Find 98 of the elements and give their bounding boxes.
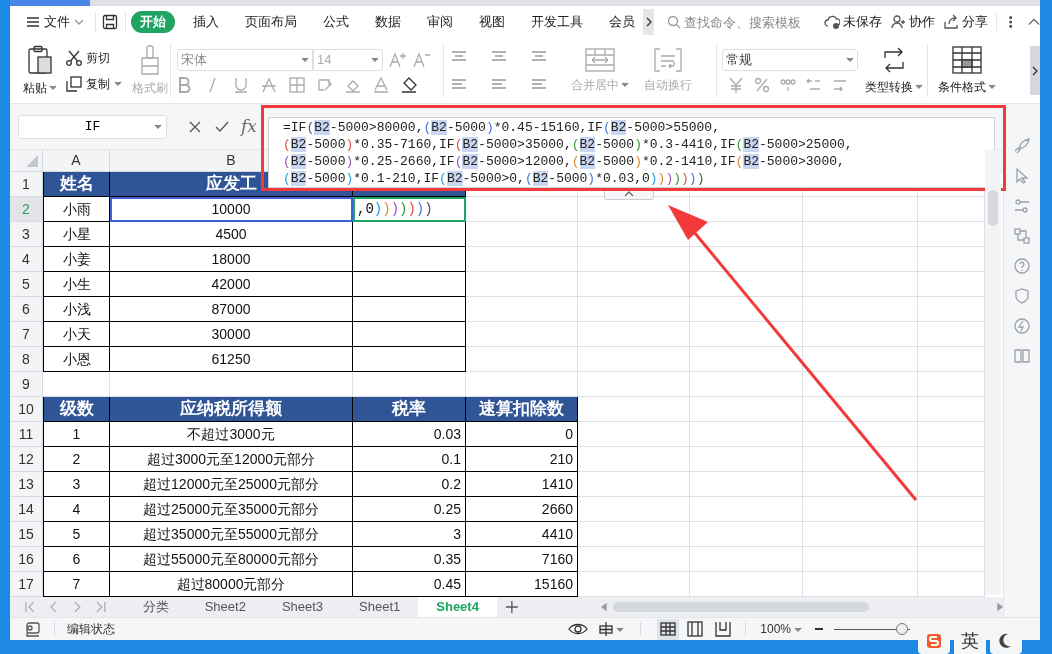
table-cell: 210 [466, 447, 578, 472]
sheet-tab[interactable]: 分类 [124, 597, 187, 617]
table-cell: 61250 [110, 347, 353, 372]
sheet-tab[interactable]: Sheet1 [341, 597, 419, 617]
ribbon-tab[interactable]: 开发工具 [523, 11, 592, 33]
table-cell: 18000 [110, 247, 353, 272]
table-cell: 30000 [110, 322, 353, 347]
row-number[interactable]: 8 [10, 347, 43, 372]
row-number[interactable]: 4 [10, 247, 43, 272]
table-cell: 0.03 [353, 422, 466, 447]
row-number[interactable]: 15 [10, 522, 43, 547]
table-cell: 0.35 [353, 547, 466, 572]
table-cell: 5 [43, 522, 110, 547]
insert-function-button[interactable]: fx [241, 113, 257, 140]
file-menu-button[interactable]: 文件 [24, 10, 86, 34]
table-cell: 超过12000元至25000元部分 [110, 472, 353, 497]
ribbon-tab[interactable]: 视图 [471, 11, 514, 33]
table-cell: 2 [43, 447, 110, 472]
row-number[interactable]: 6 [10, 297, 43, 322]
ribbon-tab[interactable]: 公式 [315, 11, 358, 33]
sheet-tab[interactable]: Sheet2 [186, 597, 264, 617]
toolbar-button[interactable]: 协作 [890, 10, 935, 34]
table-cell: 超过25000元至35000元部分 [110, 497, 353, 522]
table-cell: 级数 [43, 397, 110, 422]
table-cell: 不超过3000元 [110, 422, 353, 447]
row-number[interactable]: 3 [10, 222, 43, 247]
row-number[interactable]: 1 [10, 172, 43, 197]
row-number[interactable]: 5 [10, 272, 43, 297]
table-cell: 1 [43, 422, 110, 447]
table-cell: 3 [353, 522, 466, 547]
table-cell: 4 [43, 497, 110, 522]
formula-line: (B2-5000)*0.35-7160,IF(B2-5000>35000,(B2-5000)*0.3-4410,IF(B2-5000>25000, [283, 136, 854, 153]
toolbar-button[interactable]: 分享 [943, 10, 988, 34]
table-cell: 4410 [466, 522, 578, 547]
row-number[interactable]: 14 [10, 497, 43, 522]
table-cell: 42000 [110, 272, 353, 297]
table-cell: 7160 [466, 547, 578, 572]
row-number[interactable]: 11 [10, 422, 43, 447]
table-cell: 超过3000元至12000元部分 [110, 447, 353, 472]
table-cell: 小星 [43, 222, 110, 247]
table-cell: 税率 [353, 397, 466, 422]
ribbon-tab[interactable]: 页面布局 [237, 11, 306, 33]
zoom-button[interactable]: 100% [760, 620, 802, 638]
ribbon-tab[interactable]: 插入 [185, 11, 228, 33]
row-number[interactable]: 12 [10, 447, 43, 472]
table-cell: 小恩 [43, 347, 110, 372]
table-cell: 87000 [110, 297, 353, 322]
number-format-field[interactable]: 常规 [722, 48, 858, 71]
row-number[interactable]: 16 [10, 547, 43, 572]
ribbon-tab[interactable]: 数据 [367, 11, 410, 33]
row-number[interactable]: 17 [10, 572, 43, 597]
table-cell: 1410 [466, 472, 578, 497]
table-cell: 7 [43, 572, 110, 597]
table-cell: 15160 [466, 572, 578, 597]
name-box-field[interactable]: IF [18, 114, 167, 139]
font-family-field[interactable]: 宋体 [177, 48, 313, 71]
table-cell: 小姜 [43, 247, 110, 272]
table-cell: 4500 [110, 222, 353, 247]
ime-language-button[interactable]: 英 [954, 629, 986, 654]
ribbon-button[interactable]: 条件格式 [936, 41, 998, 100]
table-cell: 速算扣除数 [466, 397, 578, 422]
column-header[interactable]: A [71, 150, 81, 171]
table-cell: 小浅 [43, 297, 110, 322]
table-cell: 小雨 [43, 197, 110, 222]
ribbon-button[interactable]: 复制 [66, 71, 122, 96]
column-header[interactable]: B [226, 150, 236, 171]
row-number[interactable]: 13 [10, 472, 43, 497]
table-cell: 超过80000元部分 [110, 572, 353, 597]
table-cell: 0.25 [353, 497, 466, 522]
search-field[interactable]: 查找命令、搜索模板 [684, 11, 809, 33]
ribbon-button[interactable]: 粘贴 [20, 41, 60, 100]
table-cell: 3 [43, 472, 110, 497]
table-cell: 小天 [43, 322, 110, 347]
table-cell: 姓名 [43, 172, 110, 197]
table-cell: 超过55000元至80000元部分 [110, 547, 353, 572]
ribbon-tab[interactable]: 审阅 [419, 11, 462, 33]
table-cell: ,0))))))) [353, 197, 466, 222]
table-cell: 应纳税所得额 [110, 397, 353, 422]
table-cell: 超过35000元至55000元部分 [110, 522, 353, 547]
status-text: 编辑状态 [67, 621, 115, 638]
row-number[interactable]: 7 [10, 322, 43, 347]
table-cell: 0.2 [353, 472, 466, 497]
sheet-tab[interactable]: Sheet3 [263, 597, 342, 617]
formula-line: (B2-5000)*0.25-2660,IF(B2-5000>12000,(B2-5000)*0.2-1410,IF(B2-5000>3000, [283, 153, 846, 170]
table-cell: 10000 [110, 197, 353, 222]
table-cell: 0 [466, 422, 578, 447]
table-cell: 6 [43, 547, 110, 572]
row-number[interactable]: 9 [10, 372, 43, 397]
ribbon-button[interactable]: 剪切 [66, 45, 122, 70]
formula-line: =IF(B2-5000>80000,(B2-5000)*0.45-15160,IF(B2-5000>55000, [283, 119, 721, 136]
toolbar-button[interactable]: 未保存 [824, 10, 882, 34]
table-cell: 0.45 [353, 572, 466, 597]
table-cell: 2660 [466, 497, 578, 522]
ribbon-tab[interactable]: 会员 [601, 11, 644, 33]
ribbon-button[interactable]: 类型转换 [862, 41, 926, 100]
table-cell: 0.1 [353, 447, 466, 472]
row-number[interactable]: 10 [10, 397, 43, 422]
table-cell: 小生 [43, 272, 110, 297]
